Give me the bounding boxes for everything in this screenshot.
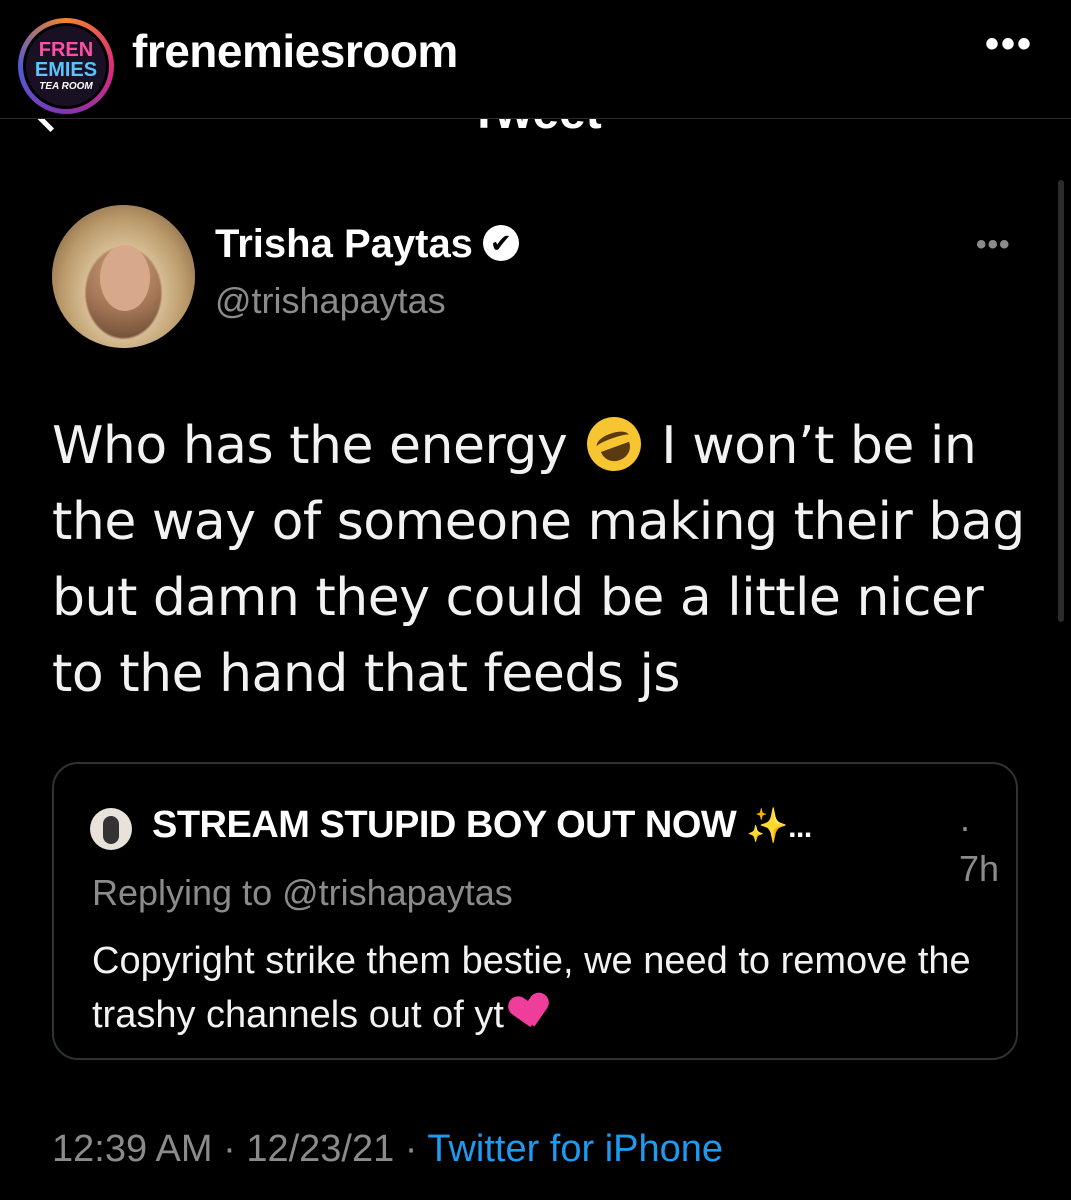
quoted-replying-to[interactable]: Replying to @trishapaytas <box>92 872 513 914</box>
story-ring[interactable]: FREN EMIES TEA ROOM <box>18 18 114 114</box>
scrollbar[interactable] <box>1058 180 1064 622</box>
quoted-author-avatar[interactable] <box>90 808 132 850</box>
instagram-post-header: FREN EMIES TEA ROOM frenemiesroom ••• <box>0 0 1071 115</box>
profile-avatar[interactable]: FREN EMIES TEA ROOM <box>23 23 109 109</box>
tweet-metadata: 12:39 AM · 12/23/21 · Twitter for iPhone <box>52 1128 723 1171</box>
tweet-timestamp: 12:39 AM · 12/23/21 · <box>52 1128 428 1170</box>
tweet-author-name[interactable]: Trisha Paytas ✔ <box>215 222 519 267</box>
rolling-on-floor-laughing-emoji-icon <box>579 409 649 479</box>
sparkles-emoji-icon: ✨ <box>746 807 789 845</box>
post-username[interactable]: frenemiesroom <box>132 24 458 78</box>
name-truncation-ellipsis: ... <box>788 811 812 844</box>
twitter-topbar: Tweet <box>0 119 1071 139</box>
quoted-tweet-time: · 7h <box>959 806 1000 889</box>
avatar-logo-line2: EMIES <box>34 59 98 81</box>
tweet-author-handle[interactable]: @trishapaytas <box>215 280 446 322</box>
tweet-text: Who has the energy I won’t be in the way… <box>52 408 1032 712</box>
verified-badge-icon: ✔ <box>482 225 519 262</box>
quoted-tweet-card[interactable]: STREAM STUPID BOY OUT NOW ✨... · 7h Repl… <box>52 762 1018 1060</box>
tweet-more-icon[interactable]: ••• <box>976 228 1011 262</box>
quoted-author-name-text: STREAM STUPID BOY OUT NOW <box>152 804 737 846</box>
tweet-source-link[interactable]: Twitter for iPhone <box>427 1128 723 1170</box>
quoted-tweet-text: Copyright strike them bestie, we need to… <box>92 934 992 1042</box>
sparkling-heart-emoji-icon <box>509 992 551 1034</box>
avatar-logo-line3: TEA ROOM <box>39 81 93 92</box>
tweet-text-part1: Who has the energy <box>52 416 568 476</box>
quoted-author-name[interactable]: STREAM STUPID BOY OUT NOW ✨... <box>152 804 812 847</box>
author-name-text: Trisha Paytas <box>215 222 473 266</box>
more-options-icon[interactable]: ••• <box>985 22 1033 67</box>
avatar-logo-line1: FREN <box>38 39 94 61</box>
twitter-topbar-title: Tweet <box>0 119 1071 139</box>
tweet-author-avatar[interactable] <box>52 205 195 348</box>
